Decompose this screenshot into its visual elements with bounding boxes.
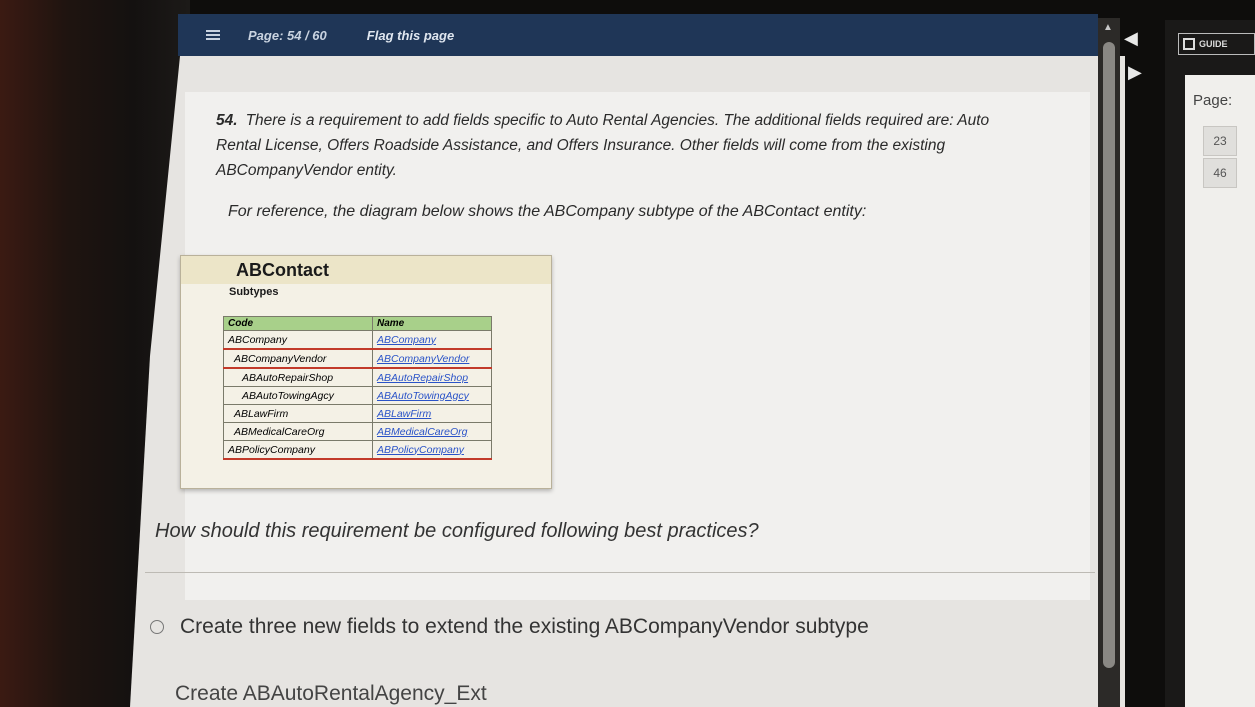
table-row: ABCompany ABCompany bbox=[223, 330, 492, 350]
question-number: 54. bbox=[216, 112, 238, 129]
code-cell: ABAutoTowingAgcy bbox=[223, 386, 373, 405]
table-row: ABLawFirm ABLawFirm bbox=[223, 404, 492, 423]
column-header-code: Code bbox=[223, 316, 373, 331]
answer-option-2-label[interactable]: Create ABAutoRentalAgency_Ext bbox=[175, 682, 487, 706]
top-bar: Page: 54 / 60 Flag this page bbox=[178, 14, 1098, 56]
code-cell: ABPolicyCompany bbox=[223, 440, 373, 460]
table-row: ABAutoTowingAgcy ABAutoTowingAgcy bbox=[223, 386, 492, 405]
name-link[interactable]: ABAutoRepairShop bbox=[372, 367, 492, 387]
question-prompt: How should this requirement be configure… bbox=[155, 520, 759, 542]
question-text: There is a requirement to add fields spe… bbox=[216, 112, 990, 179]
name-link[interactable]: ABCompany bbox=[372, 330, 492, 350]
name-link[interactable]: ABCompanyVendor bbox=[372, 348, 492, 369]
diagram-title: ABContact bbox=[181, 256, 551, 284]
code-cell: ABCompany bbox=[223, 330, 373, 350]
reference-text: For reference, the diagram below shows t… bbox=[228, 203, 867, 220]
diagram-subtitle: Subtypes bbox=[229, 286, 279, 298]
page-nav-label: Page: bbox=[1193, 92, 1233, 109]
answer-option-1[interactable]: Create three new fields to extend the ex… bbox=[150, 615, 869, 639]
triangle-right-icon[interactable]: ▶ bbox=[1128, 62, 1142, 83]
name-link[interactable]: ABMedicalCareOrg bbox=[372, 422, 492, 441]
table-row: ABPolicyCompany ABPolicyCompany bbox=[223, 440, 492, 460]
name-link[interactable]: ABAutoTowingAgcy bbox=[372, 386, 492, 405]
table-header-row: Code Name bbox=[223, 316, 492, 331]
radio-button[interactable] bbox=[150, 620, 164, 634]
name-link[interactable]: ABPolicyCompany bbox=[372, 440, 492, 460]
scrollbar-thumb[interactable] bbox=[1103, 42, 1115, 668]
code-cell: ABAutoRepairShop bbox=[223, 367, 373, 387]
page-button-46[interactable]: 46 bbox=[1203, 158, 1237, 188]
page-indicator: Page: 54 / 60 bbox=[248, 27, 327, 43]
triangle-up-icon[interactable]: ▲ bbox=[1103, 22, 1113, 33]
table-row: ABMedicalCareOrg ABMedicalCareOrg bbox=[223, 422, 492, 441]
menu-icon[interactable] bbox=[206, 30, 220, 40]
flag-page-link[interactable]: Flag this page bbox=[367, 28, 454, 43]
subtypes-table: Code Name ABCompany ABCompany ABCompanyVe… bbox=[223, 316, 492, 460]
column-header-name: Name bbox=[372, 316, 492, 331]
brand-logo: GUIDE bbox=[1178, 33, 1255, 55]
code-cell: ABCompanyVendor bbox=[223, 348, 373, 369]
subtype-diagram: ABContact Subtypes Code Name ABCompany AB… bbox=[180, 255, 552, 489]
logo-text: GUIDE bbox=[1199, 39, 1228, 49]
table-row: ABAutoRepairShop ABAutoRepairShop bbox=[223, 367, 492, 387]
page-button-23[interactable]: 23 bbox=[1203, 126, 1237, 156]
name-link[interactable]: ABLawFirm bbox=[372, 404, 492, 423]
logo-icon bbox=[1183, 38, 1195, 50]
code-cell: ABLawFirm bbox=[223, 404, 373, 423]
code-cell: ABMedicalCareOrg bbox=[223, 422, 373, 441]
question-text-block: 54. There is a requirement to add fields … bbox=[216, 108, 1016, 183]
table-row: ABCompanyVendor ABCompanyVendor bbox=[223, 348, 492, 369]
divider bbox=[145, 572, 1095, 573]
answer-option-label: Create three new fields to extend the ex… bbox=[180, 615, 869, 638]
triangle-left-icon[interactable]: ◀ bbox=[1124, 28, 1138, 49]
